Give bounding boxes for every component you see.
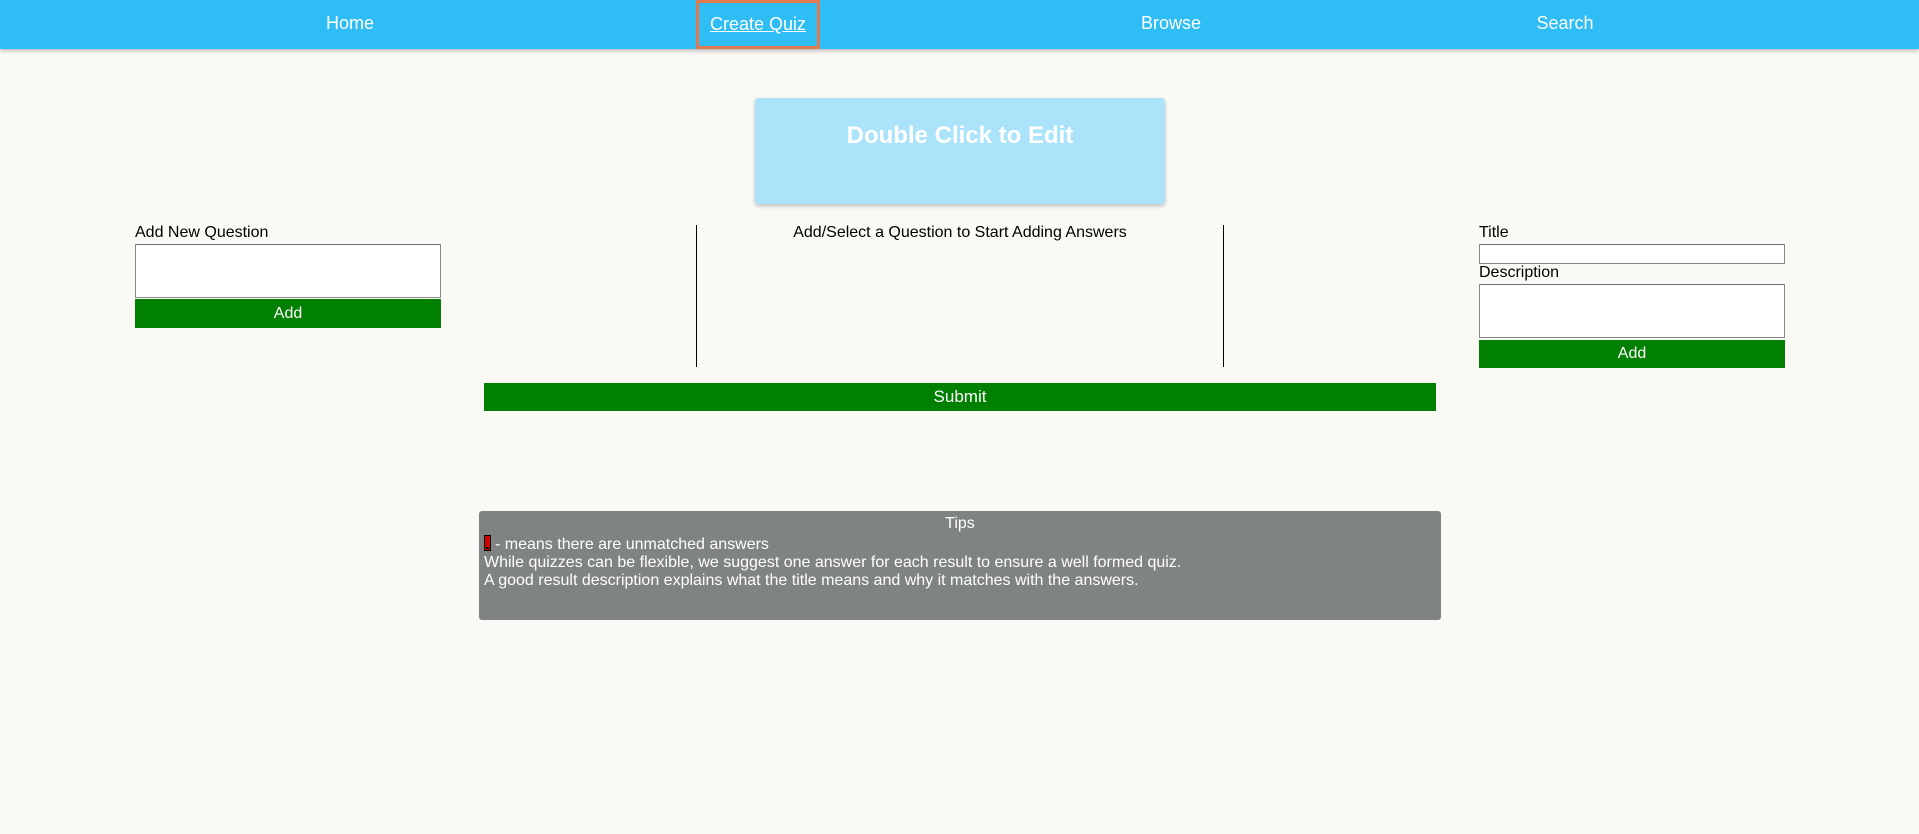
add-result-button[interactable]: Add [1479, 340, 1785, 368]
tip-unmatched-answers: - means there are unmatched answers [484, 535, 769, 554]
question-input[interactable] [135, 244, 441, 298]
top-nav: Home Create Quiz Browse Search [0, 0, 1919, 49]
nav-home-link[interactable]: Home [300, 0, 400, 49]
answers-panel-right-divider [1223, 225, 1224, 367]
result-title-input[interactable] [1479, 244, 1785, 264]
nav-browse-link[interactable]: Browse [1121, 0, 1221, 49]
quiz-title-text: Double Click to Edit [846, 122, 1074, 149]
tip-text-3: A good result description explains what … [484, 572, 1139, 589]
result-title-label: Title [1479, 224, 1509, 241]
result-description-input[interactable] [1479, 284, 1785, 338]
add-question-button[interactable]: Add [135, 299, 441, 328]
result-description-label: Description [1479, 264, 1560, 281]
answers-panel-left-divider [696, 225, 697, 367]
nav-create-quiz-link[interactable]: Create Quiz [696, 0, 820, 49]
submit-button[interactable]: Submit [484, 383, 1436, 411]
quiz-title-card[interactable]: Double Click to Edit [755, 98, 1165, 204]
tip-text-1: - means there are unmatched answers [495, 536, 769, 553]
exclamation-icon [484, 535, 491, 551]
answers-placeholder-message: Add/Select a Question to Start Adding An… [793, 224, 1127, 241]
add-question-label: Add New Question [135, 224, 269, 241]
tips-title: Tips [945, 515, 975, 532]
nav-search-link[interactable]: Search [1515, 0, 1615, 49]
tip-text-2: While quizzes can be flexible, we sugges… [484, 554, 1182, 571]
tips-panel: Tips - means there are unmatched answers… [479, 511, 1441, 620]
